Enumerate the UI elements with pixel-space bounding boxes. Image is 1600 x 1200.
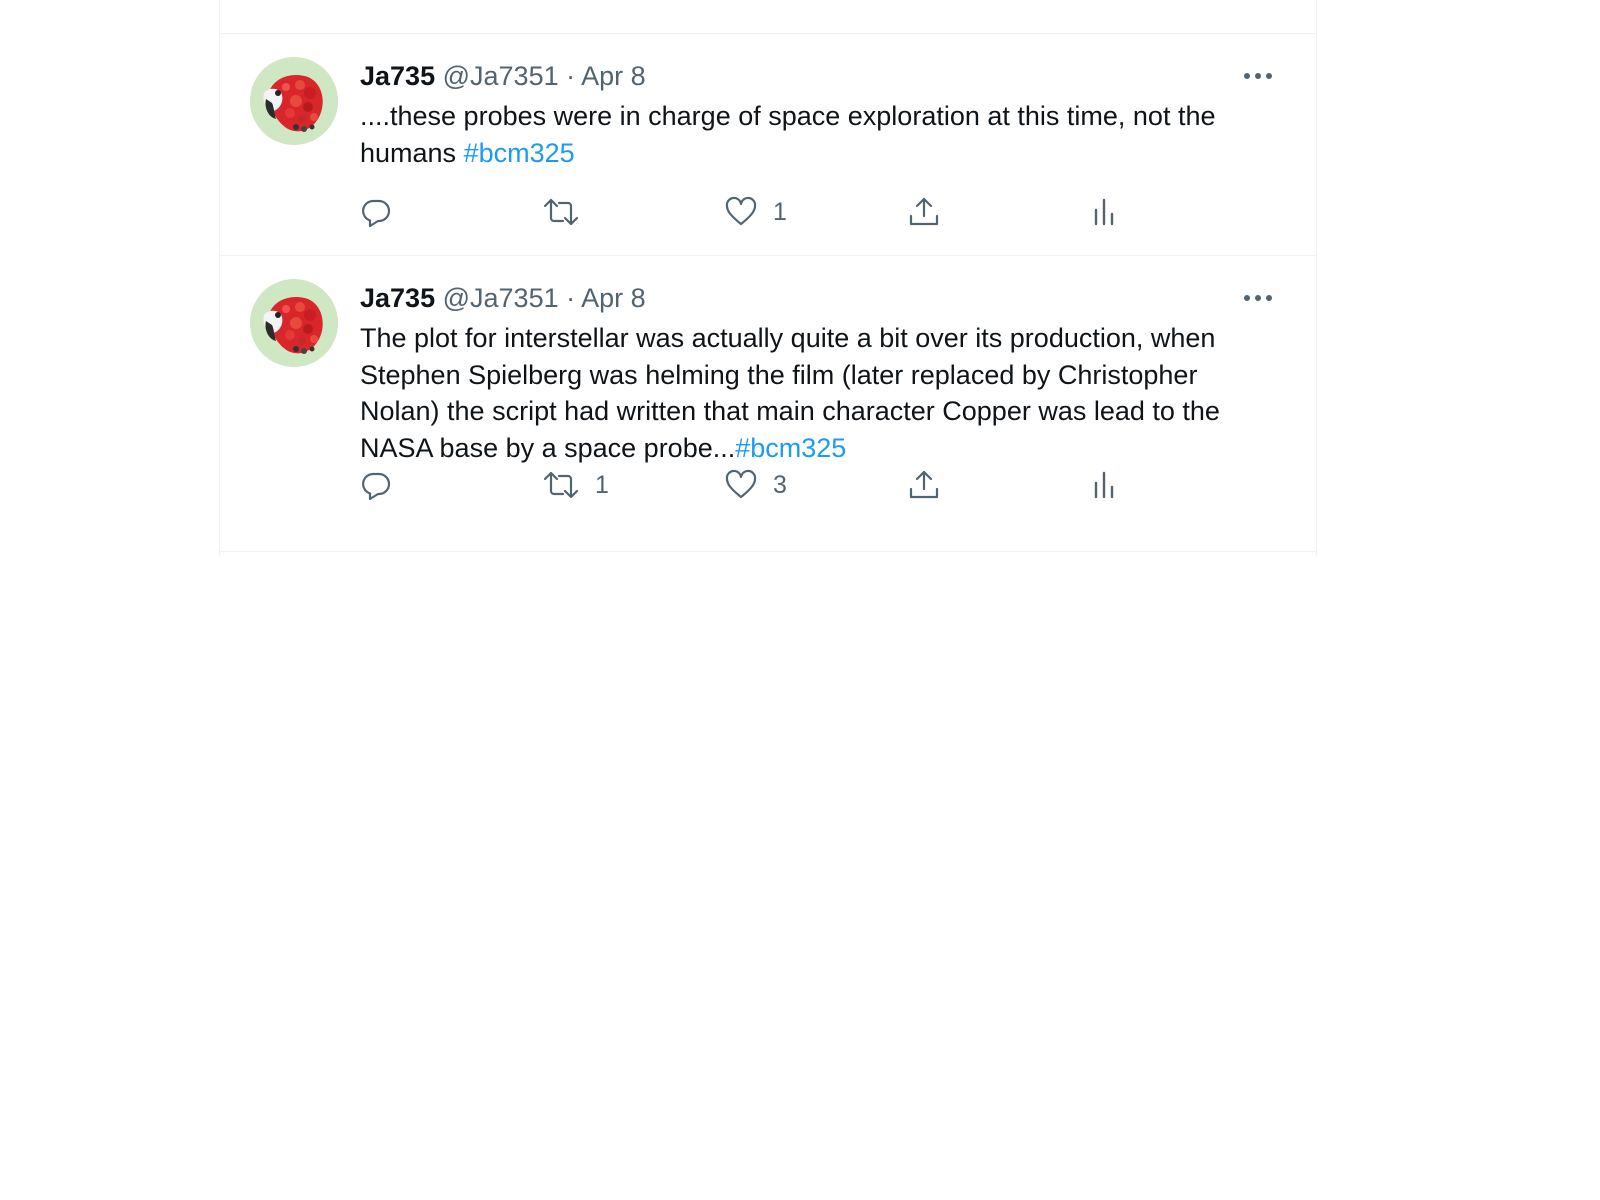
separator: ·: [566, 283, 576, 313]
share-icon: [909, 197, 939, 226]
analytics-icon: [1094, 198, 1114, 226]
like-count: 1: [773, 197, 787, 226]
share-button[interactable]: [908, 465, 940, 505]
user-handle[interactable]: @Ja7351: [443, 61, 559, 91]
previous-tweet-sliver: [220, 0, 1316, 34]
tweet-header: Ja735 @Ja7351 · Apr 8: [360, 280, 646, 316]
retweet-icon: [543, 198, 579, 226]
analytics-button[interactable]: [1090, 465, 1118, 505]
like-count: 3: [773, 470, 787, 499]
more-options-button[interactable]: [1238, 286, 1278, 310]
tweet[interactable]: Ja735 @Ja7351 · Apr 8 The plot for inter…: [220, 256, 1316, 552]
user-handle[interactable]: @Ja7351: [443, 283, 559, 313]
tweet-text: The plot for interstellar was actually q…: [360, 320, 1280, 466]
retweet-count: 1: [595, 470, 609, 499]
retweet-button[interactable]: [543, 192, 595, 232]
parrot-avatar-icon: [250, 279, 338, 367]
tweet-actions: 1 3: [360, 465, 1140, 505]
timeline-feed: Ja735 @Ja7351 · Apr 8 ....these probes w…: [219, 0, 1317, 556]
parrot-avatar-icon: [250, 57, 338, 145]
avatar[interactable]: [250, 57, 338, 145]
more-horizontal-icon: [1244, 295, 1272, 301]
reply-button[interactable]: [360, 465, 408, 505]
analytics-icon: [1094, 471, 1114, 499]
blank-faded-area: [0, 556, 1600, 1200]
tweet-date[interactable]: Apr 8: [581, 61, 646, 91]
reply-button[interactable]: [360, 192, 408, 232]
avatar[interactable]: [250, 279, 338, 367]
heart-icon: [725, 469, 757, 499]
display-name[interactable]: Ja735: [360, 283, 435, 313]
heart-icon: [725, 196, 757, 226]
hashtag-link[interactable]: #bcm325: [735, 433, 846, 463]
tweet-header: Ja735 @Ja7351 · Apr 8: [360, 58, 646, 94]
share-button[interactable]: [908, 192, 940, 232]
tweet[interactable]: Ja735 @Ja7351 · Apr 8 ....these probes w…: [220, 34, 1316, 256]
tweet-date[interactable]: Apr 8: [581, 283, 646, 313]
retweet-icon: [543, 471, 579, 499]
retweet-button[interactable]: 1: [543, 465, 609, 505]
analytics-button[interactable]: [1090, 192, 1118, 232]
separator: ·: [566, 61, 576, 91]
hashtag-link[interactable]: #bcm325: [464, 138, 575, 168]
like-button[interactable]: 1: [725, 192, 787, 232]
reply-icon: [362, 472, 391, 501]
more-options-button[interactable]: [1238, 64, 1278, 88]
tweet-text: ....these probes were in charge of space…: [360, 98, 1280, 171]
display-name[interactable]: Ja735: [360, 61, 435, 91]
more-horizontal-icon: [1244, 73, 1272, 79]
tweet-actions: 1: [360, 192, 1140, 232]
reply-icon: [362, 199, 391, 228]
share-icon: [909, 470, 939, 499]
like-button[interactable]: 3: [725, 465, 787, 505]
